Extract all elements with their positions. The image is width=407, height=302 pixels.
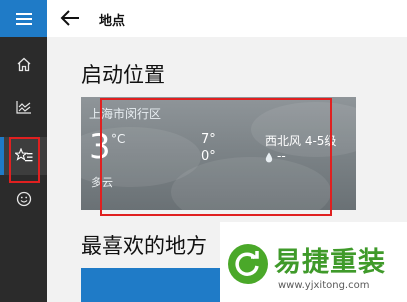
highlight-box-card: [100, 98, 332, 216]
title-bar: 地点: [47, 0, 407, 37]
sidebar-item-maps[interactable]: [0, 88, 47, 126]
smiley-icon: [16, 191, 31, 207]
highlight-box-sidebar: [9, 137, 40, 183]
watermark-brand: 易捷重装: [274, 247, 386, 278]
watermark: 易捷重装 www.yjxitong.com: [220, 222, 407, 302]
favorite-place-tile[interactable]: [81, 268, 221, 302]
sidebar-item-forecast[interactable]: [0, 45, 47, 83]
hamburger-icon: [15, 12, 32, 25]
startup-location-heading: 启动位置: [81, 63, 165, 87]
back-arrow-icon[interactable]: [59, 8, 81, 28]
refresh-logo-icon: [228, 244, 268, 284]
home-icon: [17, 57, 30, 71]
chart-icon: [15, 101, 31, 114]
active-indicator: [0, 137, 4, 175]
sidebar-item-news[interactable]: [0, 180, 47, 218]
page-title: 地点: [99, 14, 126, 29]
menu-button[interactable]: [0, 0, 47, 37]
watermark-url: www.yjxitong.com: [278, 280, 370, 291]
favorites-heading: 最喜欢的地方: [81, 234, 207, 258]
